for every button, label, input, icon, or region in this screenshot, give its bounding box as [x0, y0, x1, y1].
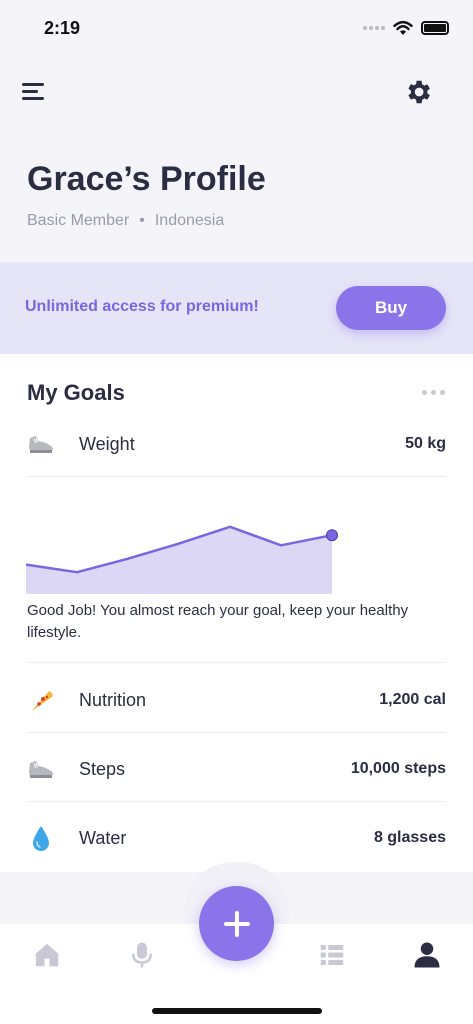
water-drop-icon — [27, 824, 55, 852]
goal-value: 50 kg — [405, 435, 446, 452]
goal-row-steps[interactable]: Steps 10,000 steps — [27, 744, 446, 794]
goal-label: Nutrition — [79, 689, 147, 710]
settings-gear-icon[interactable] — [403, 77, 433, 107]
country-label: Indonesia — [154, 212, 225, 229]
goal-label: Water — [79, 827, 127, 848]
goal-label: Steps — [79, 758, 126, 779]
goal-message: Good Job! You almost reach your goal, ke… — [27, 602, 409, 641]
pizza-icon — [27, 686, 55, 714]
home-indicator — [152, 1008, 322, 1014]
battery-icon — [421, 21, 449, 35]
profile-subtitle: Basic Member • Indonesia — [27, 212, 224, 230]
divider — [27, 732, 446, 733]
chart-point-current — [326, 529, 338, 542]
signal-icon — [363, 26, 385, 30]
add-button[interactable] — [199, 886, 274, 961]
status-icons — [363, 20, 449, 36]
goal-value: 10,000 steps — [350, 760, 446, 777]
goal-row-water[interactable]: Water 8 glasses — [27, 813, 446, 863]
menu-button[interactable] — [22, 81, 46, 101]
divider — [27, 476, 446, 477]
more-options-icon[interactable] — [422, 390, 445, 395]
profile-icon[interactable] — [412, 940, 442, 970]
membership-label: Basic Member — [27, 212, 130, 229]
goals-title: My Goals — [27, 380, 125, 405]
divider — [27, 662, 446, 663]
status-time: 2:19 — [44, 18, 81, 38]
goals-card: My Goals Weight 50 kg Good Job! You almo… — [0, 354, 473, 872]
shoe-icon — [27, 755, 55, 783]
shoe-icon — [27, 430, 55, 458]
premium-banner: Unlimited access for premium! Buy — [0, 262, 473, 354]
microphone-icon[interactable] — [127, 940, 157, 970]
goal-row-weight[interactable]: Weight 50 kg — [27, 419, 446, 469]
buy-button[interactable]: Buy — [336, 286, 446, 330]
list-icon[interactable] — [317, 940, 347, 970]
page-title: Grace’s Profile — [27, 160, 266, 198]
chart-area — [26, 526, 332, 594]
weight-chart — [25, 525, 338, 594]
wifi-icon — [393, 20, 413, 35]
home-icon[interactable] — [32, 940, 62, 970]
premium-text: Unlimited access for premium! — [25, 298, 259, 315]
goal-value: 8 glasses — [373, 829, 446, 846]
top-bar — [0, 75, 473, 115]
goal-value: 1,200 cal — [379, 691, 446, 708]
status-bar: 2:19 — [0, 0, 473, 60]
plus-icon — [223, 910, 250, 937]
goal-label: Weight — [79, 433, 135, 454]
goal-row-nutrition[interactable]: Nutrition 1,200 cal — [27, 675, 446, 725]
subtitle-separator: • — [139, 212, 145, 229]
divider — [27, 801, 446, 802]
